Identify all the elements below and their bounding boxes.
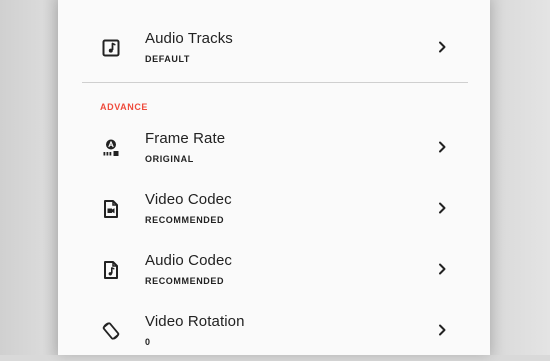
setting-label: Audio Tracks [145, 30, 233, 47]
setting-value: DEFAULT [145, 54, 191, 64]
setting-label: Video Rotation [145, 313, 245, 330]
chevron-right-icon [436, 139, 448, 155]
setting-value: RECOMMENDED [145, 276, 225, 286]
setting-label: Frame Rate [145, 130, 226, 147]
frame-rate-icon [100, 137, 122, 159]
music-note-icon [100, 37, 122, 59]
setting-value: 0 [145, 337, 151, 347]
rotate-icon [100, 320, 122, 342]
setting-row-video-rotation[interactable]: Video Rotation 0 [58, 305, 490, 361]
chevron-right-icon [436, 322, 448, 338]
setting-label: Video Codec [145, 191, 232, 208]
backdrop-left [0, 0, 60, 355]
setting-value: RECOMMENDED [145, 215, 225, 225]
video-file-icon [100, 198, 122, 220]
audio-file-icon [100, 259, 122, 281]
section-header-advance: ADVANCE [100, 102, 149, 112]
settings-panel: Audio Tracks DEFAULT ADVANCE Frame Rate … [58, 0, 490, 355]
setting-label: Audio Codec [145, 252, 232, 269]
section-divider [82, 82, 468, 83]
setting-row-audio-tracks[interactable]: Audio Tracks DEFAULT [58, 22, 490, 78]
setting-row-audio-codec[interactable]: Audio Codec RECOMMENDED [58, 244, 490, 300]
backdrop-right [488, 0, 550, 355]
setting-value: ORIGINAL [145, 154, 194, 164]
chevron-right-icon [436, 200, 448, 216]
chevron-right-icon [436, 39, 448, 55]
chevron-right-icon [436, 261, 448, 277]
setting-row-frame-rate[interactable]: Frame Rate ORIGINAL [58, 122, 490, 178]
setting-row-video-codec[interactable]: Video Codec RECOMMENDED [58, 183, 490, 239]
